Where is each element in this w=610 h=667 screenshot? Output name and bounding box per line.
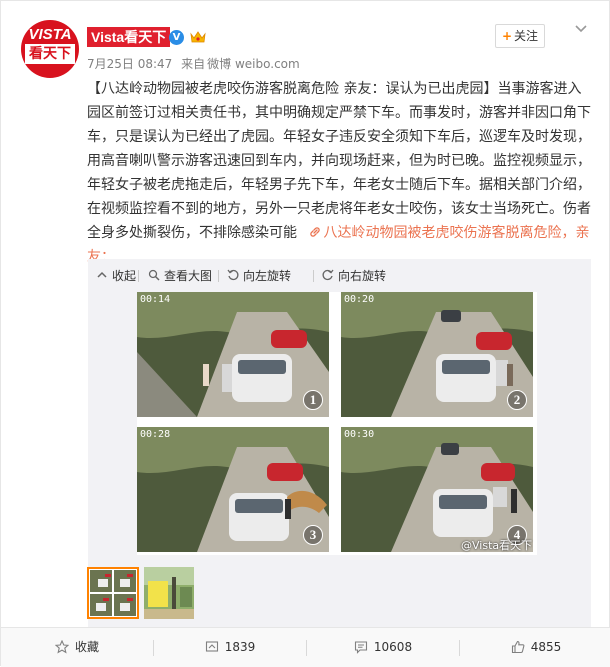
action-bar: 收藏 1839 10608 4855 (1, 627, 610, 667)
frame-illustration (137, 292, 329, 417)
toolbar-divider (313, 270, 314, 282)
frame-timestamp: 00:28 (140, 429, 171, 440)
frame-timestamp: 00:30 (344, 429, 375, 440)
post-image[interactable]: 00:14 1 00:20 2 00:28 3 00:30 4 (137, 292, 537, 555)
image-thumbnail[interactable] (144, 567, 194, 619)
collapse-label: 收起 (112, 269, 137, 283)
forward-icon (205, 641, 218, 652)
frame-number: 2 (507, 390, 527, 410)
thumbnail-illustration (144, 567, 194, 619)
collapse-icon (97, 271, 107, 278)
post-source[interactable]: 微博 weibo.com (207, 57, 300, 71)
post-meta: 7月25日 08:47 来自 微博 weibo.com (87, 55, 305, 72)
comment-icon (354, 641, 367, 654)
frame-illustration (137, 427, 329, 552)
view-large-button[interactable]: 查看大图 (148, 267, 212, 285)
source-prefix: 来自 (181, 57, 206, 71)
toolbar-divider (218, 270, 219, 282)
follow-plus: + (501, 29, 513, 43)
image-watermark: @Vista看天下 (461, 539, 533, 552)
link-icon (310, 227, 321, 237)
forward-count: 1839 (224, 640, 256, 654)
toolbar-divider (138, 270, 139, 282)
vip-icon[interactable] (189, 29, 207, 45)
follow-label: 关注 (514, 29, 539, 43)
post-body: 【八达岭动物园被老虎咬伤游客脱离危险 亲友：误认为已出虎园】当事游客进入园区前签… (87, 81, 591, 241)
view-large-label: 查看大图 (164, 269, 213, 283)
frame-number: 3 (303, 525, 323, 545)
like-icon (511, 640, 525, 654)
comment-count: 10608 (373, 640, 413, 654)
weibo-post-card: VISTA 看天下 Vista看天下 V 7月25日 08:47 来自 微博 we… (0, 0, 610, 667)
image-thumbnail-active[interactable] (87, 567, 139, 619)
favorite-label: 收藏 (74, 640, 99, 654)
forward-button[interactable]: 1839 (154, 628, 306, 666)
star-icon (54, 639, 70, 654)
frame-timestamp: 00:14 (140, 294, 171, 305)
thumbnail-illustration (89, 569, 137, 617)
follow-button[interactable]: + 关注 (495, 24, 545, 48)
media-toolbar: 收起 查看大图 向左旋转 向右旋转 (88, 267, 591, 285)
comment-button[interactable]: 10608 (307, 628, 459, 666)
rotate-right-icon (322, 269, 334, 281)
frame-timestamp: 00:20 (344, 294, 375, 305)
rotate-left-button[interactable]: 向左旋转 (227, 267, 291, 285)
video-frame: 00:14 1 (137, 292, 329, 417)
author-name[interactable]: Vista看天下 (87, 27, 171, 47)
zoom-icon (148, 269, 160, 281)
rotate-right-label: 向右旋转 (338, 269, 387, 283)
rotate-left-label: 向左旋转 (243, 269, 292, 283)
rotate-right-button[interactable]: 向右旋转 (322, 267, 386, 285)
like-button[interactable]: 4855 (460, 628, 610, 666)
favorite-button[interactable]: 收藏 (1, 628, 153, 666)
like-count: 4855 (530, 640, 562, 654)
frame-illustration (341, 427, 533, 552)
avatar[interactable]: VISTA 看天下 (21, 20, 79, 78)
video-frame: 00:28 3 (137, 427, 329, 552)
rotate-left-icon (227, 269, 239, 281)
post-time[interactable]: 7月25日 08:47 (87, 57, 172, 71)
collapse-button[interactable]: 收起 (96, 267, 136, 285)
avatar-logo-top: VISTA (28, 26, 72, 43)
frame-number: 1 (303, 390, 323, 410)
frame-illustration (341, 292, 533, 417)
video-frame: 00:20 2 (341, 292, 533, 417)
verified-icon: V (169, 30, 184, 45)
chevron-down-icon[interactable] (575, 25, 587, 33)
post-text: 【八达岭动物园被老虎咬伤游客脱离危险 亲友：误认为已出虎园】当事游客进入园区前签… (87, 77, 593, 269)
avatar-logo-bottom: 看天下 (25, 44, 75, 64)
video-frame: 00:30 4 (341, 427, 533, 552)
